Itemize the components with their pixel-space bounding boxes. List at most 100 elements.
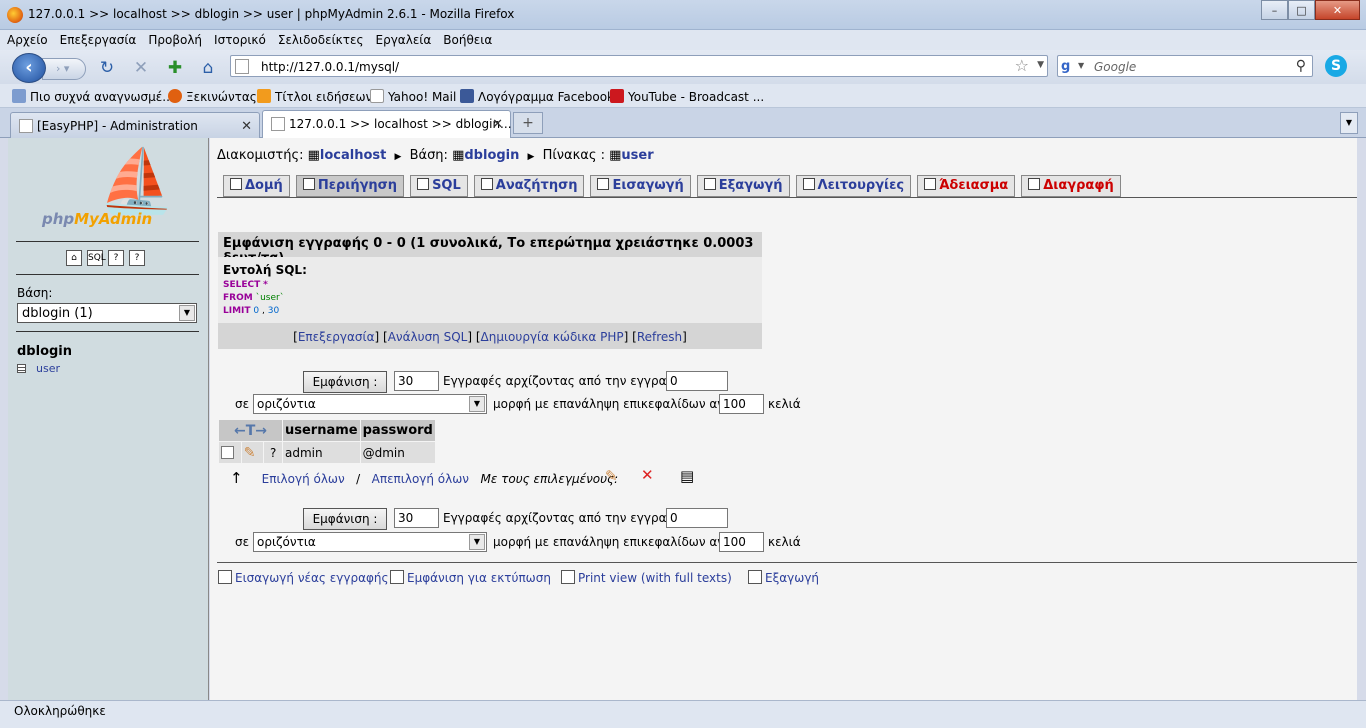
menu-edit[interactable]: Επεξεργασία [53,30,142,47]
display-mode-select-bottom[interactable]: οριζόντια ▼ [253,532,487,552]
print-view-full-link[interactable]: Print view (with full texts) [561,570,732,585]
bookmark-facebook[interactable]: Λογόγραμμα Facebook [460,89,614,104]
menu-view[interactable]: Προβολή [141,30,207,47]
rows-input[interactable]: 30 [394,371,439,391]
divider [16,241,199,242]
minimize-button[interactable]: – [1261,0,1288,20]
database-select[interactable]: dblogin (1) ▼ [17,303,197,323]
bookmark-headlines[interactable]: Τίτλοι ειδήσεων [257,89,372,104]
tab-phpmyadmin[interactable]: 127.0.0.1 >> localhost >> dblogin... ✕ [262,110,512,139]
create-php-code-link[interactable]: Δημιουργία κώδικα PHP [481,330,624,344]
start-input-bottom[interactable]: 0 [666,508,728,528]
arrow-up-icon: ↑ [230,469,243,487]
url-text[interactable]: http://127.0.0.1/mysql/ [261,60,399,74]
close-tab-icon[interactable]: ✕ [492,117,503,132]
table-icon: ▦ [609,148,622,163]
bookmark-most-visited[interactable]: Πιο συχνά αναγνωσμέ... [12,89,174,104]
search-icon[interactable]: ⚲ [1296,58,1306,74]
show-button[interactable]: Εμφάνιση : [303,371,387,393]
documentation-icon[interactable]: ? [129,250,145,266]
stop-icon[interactable]: ✕ [130,58,152,78]
menu-help[interactable]: Βοήθεια [436,30,497,47]
edit-icon[interactable]: ✎ [240,441,265,464]
skype-icon[interactable]: S [1325,55,1347,77]
tab-structure[interactable]: Δομή [223,175,290,197]
tab-drop[interactable]: Διαγραφή [1021,175,1121,197]
list-all-tabs-button[interactable]: ▼ [1340,112,1358,134]
database-link[interactable]: dblogin [464,148,519,163]
display-mode-select[interactable]: οριζόντια ▼ [253,394,487,414]
cell-password: @dmin [359,441,436,464]
chevron-down-icon[interactable]: ▼ [469,534,485,550]
search-box[interactable]: g ▼ Google ⚲ [1057,55,1313,77]
tab-export[interactable]: Εξαγωγή [696,175,790,197]
export-selected-icon[interactable]: ▤ [680,467,694,485]
refresh-link[interactable]: Refresh [637,330,682,344]
tab-easyphp[interactable]: [EasyPHP] - Administration ✕ [10,112,260,138]
home-icon[interactable]: ⌂ [197,58,219,78]
delete-selected-icon[interactable]: ✕ [641,466,654,484]
show-button-bottom[interactable]: Εμφάνιση : [303,508,387,530]
explain-sql-link[interactable]: Ανάλυση SQL [388,330,468,344]
database-name[interactable]: dblogin [17,344,72,359]
breadcrumb: Διακομιστής: ▦localhost ▶ Βάση: ▦dblogin… [217,148,654,163]
back-button[interactable]: ‹ [12,53,46,83]
new-tab-button[interactable]: + [513,112,543,134]
tab-insert[interactable]: Εισαγωγή [590,175,691,197]
menu-file[interactable]: Αρχείο [0,30,53,47]
phpmyadmin-logo[interactable]: ⛵ phpMyAdmin [8,138,209,238]
bookmark-yahoo-mail[interactable]: Yahoo! Mail [370,89,456,104]
column-password[interactable]: password [359,419,436,442]
close-window-button[interactable]: ✕ [1315,0,1360,20]
delete-icon[interactable]: ? [263,441,283,464]
browse-icon [302,178,315,190]
tab-operations[interactable]: Λειτουργίες [795,175,912,197]
edit-query-link[interactable]: Επεξεργασία [298,330,375,344]
chevron-down-icon[interactable]: ▼ [469,396,485,412]
rows-input-bottom[interactable]: 30 [394,508,439,528]
url-bar[interactable]: http://127.0.0.1/mysql/ ☆ ▼ [230,55,1048,77]
tab-search[interactable]: Αναζήτηση [473,175,585,197]
url-dropdown-icon[interactable]: ▼ [1037,60,1044,70]
column-username[interactable]: username [282,419,361,442]
firefox-icon [168,89,182,103]
maximize-button[interactable]: □ [1288,0,1315,20]
folder-icon [12,89,26,103]
tab-browse[interactable]: Περιήγηση [295,175,405,197]
bookmark-youtube[interactable]: YouTube - Broadcast ... [610,89,764,104]
tab-empty[interactable]: Άδειασμα [917,175,1016,197]
repeat-headers-input-bottom[interactable]: 100 [719,532,764,552]
home-icon[interactable]: ⌂ [66,250,82,266]
chevron-down-icon[interactable]: ▼ [179,305,195,321]
menu-tools[interactable]: Εργαλεία [369,30,437,47]
bookmark-getting-started[interactable]: Ξεκινώντας [168,89,257,104]
menu-history[interactable]: Ιστορικό [207,30,271,47]
tools-icon [802,178,815,190]
firefox-icon [7,7,23,23]
repeat-headers-input[interactable]: 100 [719,394,764,414]
sql-query-icon[interactable]: SQL [87,250,106,266]
search-engine-dropdown-icon[interactable]: ▼ [1078,61,1084,70]
print-view-link[interactable]: Εμφάνιση για εκτύπωση [390,570,551,585]
row-checkbox[interactable] [221,445,234,459]
new-bookmark-icon[interactable]: ✚ [164,58,186,78]
tab-sql[interactable]: SQL [410,175,468,197]
close-tab-icon[interactable]: ✕ [241,119,252,134]
sidebar-table-link[interactable]: user [17,362,60,375]
table-link[interactable]: user [621,148,653,163]
reload-icon[interactable]: ↻ [96,58,118,78]
start-input[interactable]: 0 [666,371,728,391]
query-window-icon[interactable]: ? [108,250,124,266]
menu-bookmarks[interactable]: Σελιδοδείκτες [271,30,369,47]
column-resize-arrows[interactable]: ←T→ [218,419,283,442]
search-placeholder[interactable]: Google [1094,60,1136,74]
insert-new-row-link[interactable]: Εισαγωγή νέας εγγραφής [218,570,389,585]
forward-button[interactable]: › ▾ [42,58,86,80]
edit-selected-icon[interactable]: ✎ [605,467,618,485]
uncheck-all-link[interactable]: Απεπιλογή όλων [372,472,469,486]
check-all-link[interactable]: Επιλογή όλων [262,472,345,486]
export-link[interactable]: Εξαγωγή [748,570,819,585]
bookmark-star-icon[interactable]: ☆ [1015,56,1029,75]
server-link[interactable]: localhost [320,148,386,163]
divider [217,562,1362,563]
